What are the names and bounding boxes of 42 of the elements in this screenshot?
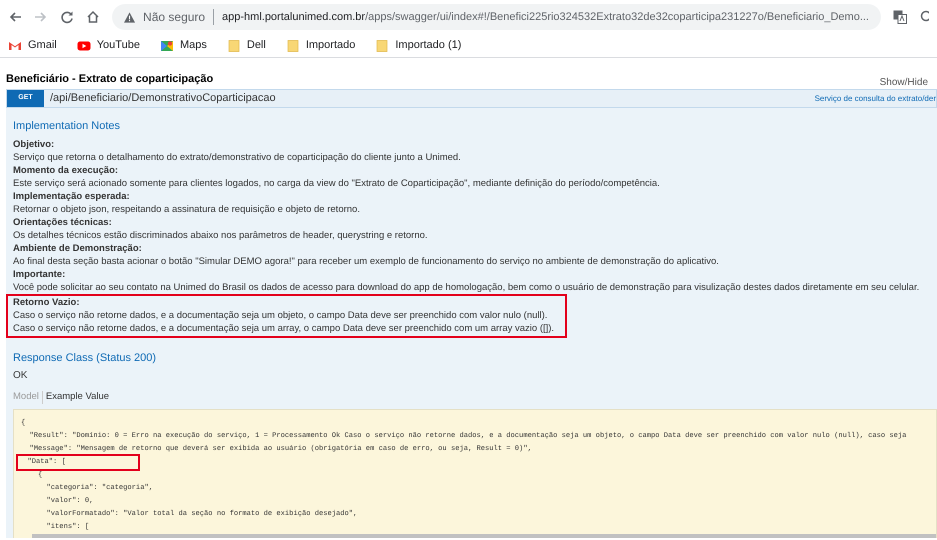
warning-icon [124,12,136,22]
note-text: Você pode solicitar ao seu contato na Unimed do Brasil os dados de acesso para download do app de homologação, bem como o usuário de demonstração para visulização destes dados diretamente em seu celular. [13,280,920,294]
back-arrow-icon[interactable] [8,10,22,24]
response-status: OK [13,369,28,383]
play-icon [76,38,91,52]
translate-icon[interactable] [893,10,907,24]
address-bar[interactable]: Não seguro app-hml.portalunimed.com.br/apps/swagger/ui/index#!/Benefici225rio324532Extrato32de32coparticipa231227o/Beneficiario_Demo... [112,4,881,30]
operation-path: /api/Beneficiario/DemonstrativoCoparticipacao [50,91,277,106]
note-text: Os detalhes técnicos estão discriminados abaixo nos parâmetros de header, querystring e retorno. [13,228,429,242]
bookmark-label[interactable]: Importado [306,37,356,54]
map-pin-icon [160,38,174,52]
operation-summary: Serviço de consulta do extrato/der [814,92,936,104]
folder-icon [286,38,300,52]
note-heading: Implementação esperada: [13,190,131,202]
note-text: Retornar o objeto json, respeitando a assinatura de requisição e objeto de retorno. [13,202,361,216]
folder-icon [375,38,390,52]
notes-title: Implementation Notes [13,119,121,134]
note-heading: Objetivo: [13,138,56,150]
response-class-title: Response Class (Status 200) [13,350,158,366]
folder-icon [226,38,241,52]
home-icon[interactable] [86,10,100,24]
note-text: Caso o serviço não retorne dados, e a documentação seja um objeto, o campo Data deve ser preenchido com valor nulo (null). [13,308,548,322]
note-heading: Orientações técnicas: [13,216,113,228]
note-text: Serviço que retorna o detalhamento do extrato/demonstrativo de coparticipação do cliente junto a Unimed. [13,150,462,164]
note-heading: Ambiente de Demonstração: [13,242,143,254]
bookmark-label[interactable]: Gmail [28,37,57,54]
note-heading: Retorno Vazio: [13,296,81,308]
bookmark-label[interactable]: Maps [180,37,207,54]
note-text: Este serviço será acionado somente para clientes logados, no carga da view do "Extrato de Coparticipação", mediante definição do período/competência. [13,176,661,190]
section-title: Beneficiário - Extrato de coparticipação [6,72,214,86]
bookmark-label[interactable]: Importado (1) [395,37,462,54]
bookmark-label[interactable]: YouTube [96,37,140,54]
reload-icon[interactable] [60,10,74,24]
url-text: app-hml.portalunimed.com.br/apps/swagger/ui/index#!/Benefici225rio324532Extrato32de32coparticipa231227o/Beneficiario_Demo... [222,10,869,25]
bookmark-label[interactable]: Dell [246,37,266,54]
security-label: Não seguro [143,9,206,26]
note-heading: Momento da execução: [13,164,120,176]
note-text: Ao final desta seção basta acionar o botão "Simular DEMO agora!" para receber um exemplo de funcionamento do serviço no ambiente de demonstração do aplicativo. [13,254,720,268]
note-heading: Importante: [13,268,66,280]
model-tab[interactable]: Example Value [46,390,110,404]
show-hide-link[interactable]: Show/Hide [880,75,928,90]
note-text: Caso o serviço não retorne dados, e a documentação seja um array, o campo Data deve ser preenchido com um array vazio ([]). [13,322,556,334]
